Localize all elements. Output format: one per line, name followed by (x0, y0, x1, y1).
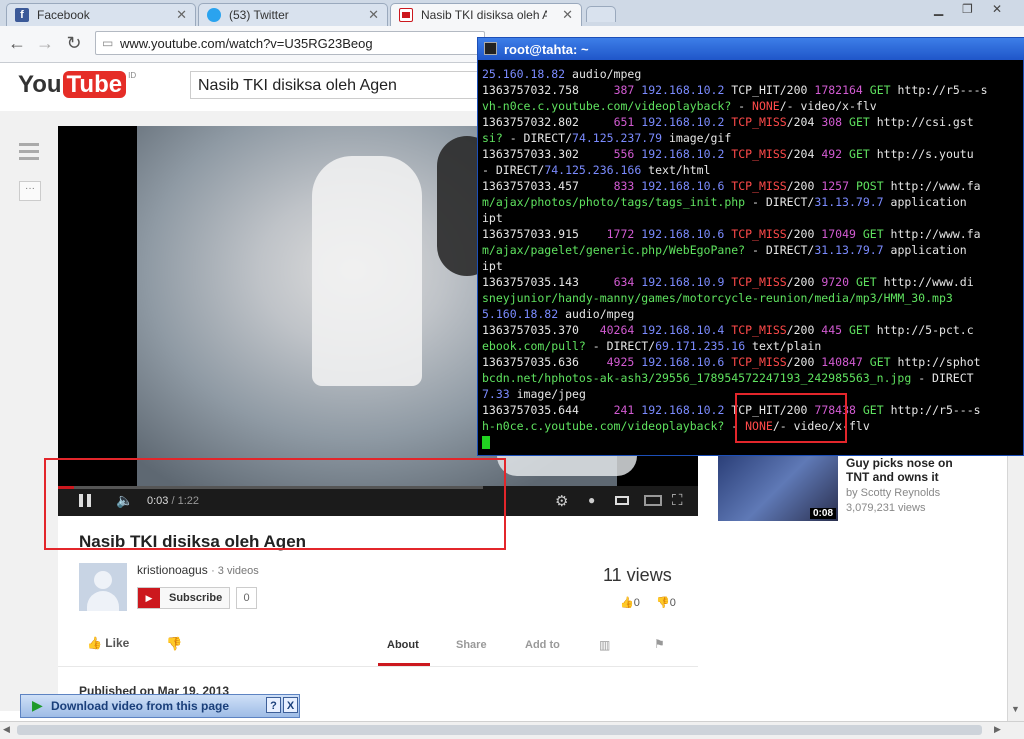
help-button[interactable]: ? (266, 697, 281, 713)
search-input[interactable]: Nasib TKI disiksa oleh Agen (190, 71, 490, 99)
tab-about[interactable]: About (378, 626, 430, 666)
back-icon[interactable]: ← (6, 32, 28, 54)
related-video-title[interactable]: Guy picks nose on TNT and owns it (846, 456, 953, 484)
terminal-line: - DIRECT/74.125.236.166 text/html (482, 163, 711, 177)
close-icon[interactable]: ✕ (176, 7, 187, 23)
view-count: 11 views (603, 565, 672, 585)
page-icon: ▭ (102, 36, 114, 50)
video-figure (312, 156, 422, 386)
new-tab-button[interactable] (586, 6, 616, 22)
settings-gear-icon[interactable]: ⚙ (555, 492, 568, 510)
like-button[interactable]: 👍 Like (87, 636, 129, 650)
thumbs-up-icon: 👍 (620, 597, 634, 609)
channel-name[interactable]: kristionoagus · 3 videos (137, 563, 259, 577)
download-video-bar[interactable]: ▶ Download video from this page ? X (20, 694, 300, 718)
related-video-views: 3,079,231 views (846, 502, 926, 514)
more-icon[interactable]: ··· (19, 181, 41, 201)
tab-twitter[interactable]: (53) Twitter ✕ (198, 3, 388, 26)
close-button[interactable]: X (283, 697, 298, 713)
twitter-icon (207, 8, 221, 22)
annotations-icon[interactable]: ● (588, 493, 595, 507)
window-controls: ▁ ❐ ✕ (928, 2, 1020, 20)
youtube-logo[interactable]: You Tube ID (18, 71, 136, 99)
dislike-count: 👎0 (656, 597, 676, 609)
terminal-icon (484, 42, 497, 55)
related-videos: 0:08 Guy picks nose on TNT and owns it by… (698, 456, 1024, 711)
scroll-down-icon[interactable]: ▼ (1011, 704, 1020, 714)
horizontal-scrollbar[interactable]: ◀ ▶ (0, 721, 1024, 739)
scroll-left-icon[interactable]: ◀ (3, 724, 10, 735)
terminal-line: 1363757035.143 634 192.168.10.9 TCP_MISS… (482, 275, 974, 289)
download-label: Download video from this page (51, 699, 230, 713)
terminal-line: 5.160.18.82 audio/mpeg (482, 307, 635, 321)
terminal-line: si? - DIRECT/74.125.237.79 image/gif (482, 131, 732, 145)
facebook-icon: f (15, 8, 29, 22)
tab-share[interactable]: Share (456, 639, 487, 651)
region-label: ID (128, 71, 137, 80)
address-bar[interactable]: ▭ www.youtube.com/watch?v=U35RG23Beog (95, 31, 485, 55)
video-thumbnail[interactable]: 0:08 (718, 456, 838, 521)
duration-badge: 0:08 (809, 508, 836, 519)
highlight-box-tcp-hit (735, 393, 847, 443)
avatar[interactable] (79, 563, 127, 611)
terminal-line: m/ajax/photos/photo/tags/tags_init.php -… (482, 195, 967, 209)
terminal-line: 1363757033.302 556 192.168.10.2 TCP_MISS… (482, 147, 974, 161)
flag-icon[interactable]: ⚑ (654, 637, 665, 651)
terminal-line: 1363757032.758 387 192.168.10.2 TCP_HIT/… (482, 83, 988, 97)
vertical-scrollbar[interactable]: ▼ (1007, 456, 1024, 721)
tab-add-to[interactable]: Add to (525, 639, 560, 651)
thumbs-down-icon: 👎 (656, 597, 670, 609)
like-count: 👍0 (620, 597, 640, 609)
youtube-play-icon: ▶ (138, 588, 160, 608)
guide-menu-icon[interactable] (19, 143, 39, 161)
terminal-line: 1363757032.802 651 192.168.10.2 TCP_MISS… (482, 115, 974, 129)
fullscreen-icon[interactable]: ⛶ (672, 492, 683, 509)
large-player-icon[interactable] (644, 495, 662, 506)
tab-facebook[interactable]: f Facebook ✕ (6, 3, 196, 26)
tab-youtube[interactable]: Nasib TKI disiksa oleh Agen - ✕ (390, 3, 582, 26)
terminal-line: 1363757033.915 1772 192.168.10.6 TCP_MIS… (482, 227, 981, 241)
terminal-line: vh-n0ce.c.youtube.com/videoplayback? - N… (482, 99, 877, 113)
url-text: www.youtube.com/watch?v=U35RG23Beog (120, 36, 373, 51)
channel-video-count: · 3 videos (211, 565, 259, 577)
highlight-box-player (44, 458, 506, 550)
minimize-icon[interactable]: ▁ (934, 2, 943, 16)
terminal-line: ipt (482, 259, 503, 273)
terminal-line: 1363757035.636 4925 192.168.10.6 TCP_MIS… (482, 355, 981, 369)
guide-sidebar: ··· (0, 111, 58, 711)
related-video-author: by Scotty Reynolds (846, 487, 941, 499)
terminal-line: ipt (482, 211, 503, 225)
terminal-line: 25.160.18.82 audio/mpeg (482, 67, 642, 81)
terminal-line: sneyjunior/handy-manny/games/motorcycle-… (482, 291, 953, 305)
terminal-line: 1363757035.370 40264 192.168.10.4 TCP_MI… (482, 323, 974, 337)
youtube-header: You Tube ID Nasib TKI disiksa oleh Agen (0, 63, 490, 112)
scroll-thumb[interactable] (17, 725, 982, 735)
terminal-title-bar[interactable]: root@tahta: ~ (478, 38, 1024, 60)
cursor (482, 436, 490, 449)
small-player-icon[interactable] (615, 496, 629, 505)
download-arrow-icon: ▶ (32, 697, 43, 713)
terminal-line: bcdn.net/hphotos-ak-ash3/29556_178954572… (482, 371, 974, 385)
stats-icon[interactable]: ▥ (599, 638, 610, 652)
thumbs-up-icon: 👍 (87, 636, 102, 650)
subscribe-button[interactable]: ▶ Subscribe (137, 587, 230, 609)
tab-strip: f Facebook ✕ (53) Twitter ✕ Nasib TKI di… (0, 0, 1024, 26)
maximize-icon[interactable]: ❐ (962, 2, 973, 16)
scroll-right-icon[interactable]: ▶ (994, 724, 1001, 735)
subscriber-count: 0 (236, 587, 257, 609)
divider (58, 666, 698, 667)
close-icon[interactable]: ✕ (368, 7, 379, 23)
youtube-icon (399, 8, 413, 22)
close-icon[interactable]: ✕ (562, 7, 573, 23)
forward-icon[interactable]: → (34, 32, 56, 54)
terminal-line: 1363757033.457 833 192.168.10.6 TCP_MISS… (482, 179, 981, 193)
close-window-icon[interactable]: ✕ (992, 2, 1002, 16)
reload-icon[interactable]: ↻ (63, 32, 85, 54)
dislike-button[interactable]: 👎 (166, 636, 182, 652)
terminal-line: ebook.com/pull? - DIRECT/69.171.235.16 t… (482, 339, 822, 353)
terminal-line: m/ajax/pagelet/generic.php/WebEgoPane? -… (482, 243, 967, 257)
